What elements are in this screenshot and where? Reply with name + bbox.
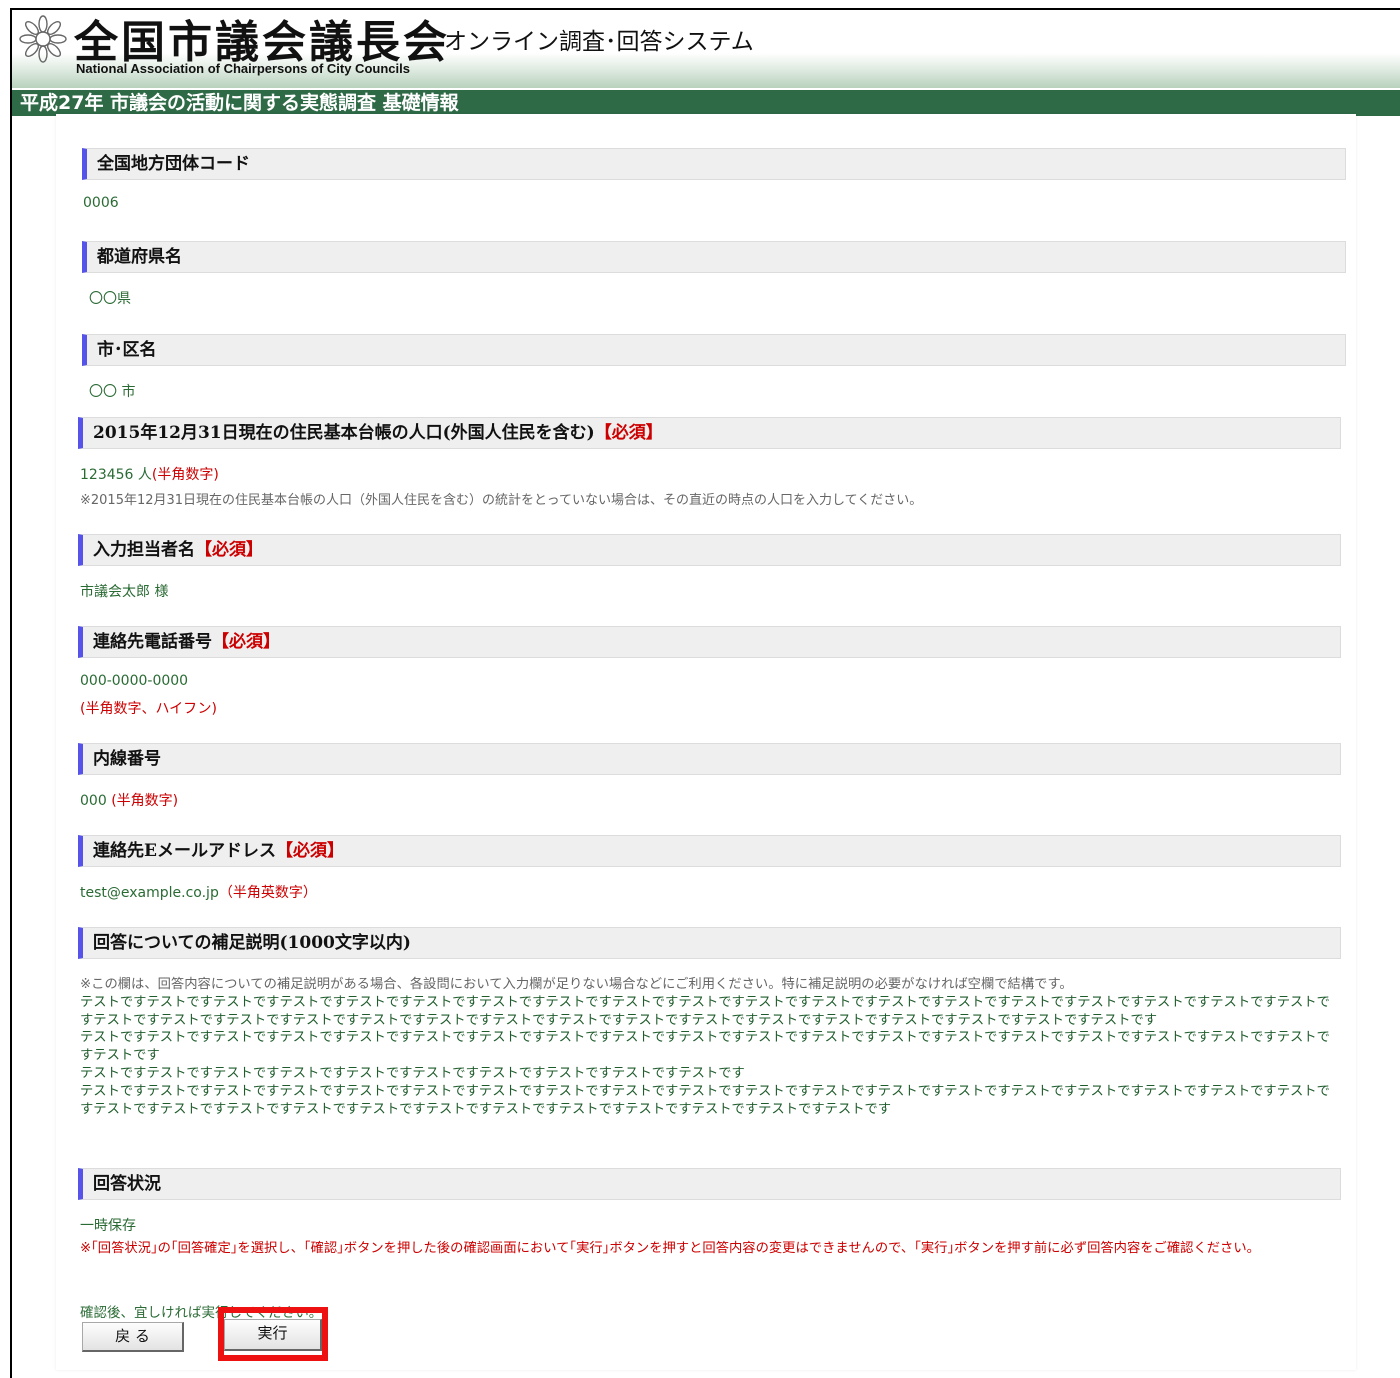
supplement-line: テストですテストですテストですテストですテストですテストですテストですテストです… — [80, 1065, 745, 1081]
chrysanthemum-logo-icon — [19, 15, 67, 63]
section-header-prefecture: 都道府県名 — [82, 241, 1346, 273]
email-value-row: test@example.co.jp（半角英数字） — [80, 882, 317, 902]
supplement-line: テストですテストですテストですテストですテストですテストですテストですテストです… — [80, 1030, 1330, 1064]
section-label: 市･区名 — [97, 340, 157, 360]
required-mark: 【必須】 — [195, 540, 263, 560]
section-label: 2015年12月31日現在の住民基本台帳の人口(外国人住民を含む) — [93, 423, 595, 443]
section-label: 回答についての補足説明(1000文字以内) — [93, 933, 411, 953]
section-label: 連絡先Eメールアドレス — [93, 841, 276, 861]
population-value: 123456 人 — [80, 467, 152, 483]
back-button[interactable]: 戻 る — [82, 1322, 184, 1352]
phone-hint: (半角数字、ハイフン) — [80, 701, 217, 717]
phone-value: 000-0000-0000 — [80, 673, 189, 689]
section-label: 回答状況 — [93, 1174, 161, 1194]
site-header: 全国市議会議長会 オンライン調査･回答システム National Associa… — [12, 10, 1400, 88]
page-title: 平成27年 市議会の活動に関する実態調査 基礎情報 — [12, 90, 1400, 116]
section-header-email: 連絡先Eメールアドレス【必須】 — [78, 835, 1341, 867]
extension-value: 000 — [80, 793, 107, 809]
section-header-phone: 連絡先電話番号【必須】 — [78, 626, 1341, 658]
supplement-note: ※この欄は、回答内容についての補足説明がある場合、各設問において入力欄が足りない… — [80, 977, 1073, 992]
supplement-text: ※この欄は、回答内容についての補足説明がある場合、各設問において入力欄が足りない… — [80, 976, 1330, 1118]
extension-value-row: 000 (半角数字) — [80, 790, 178, 810]
section-header-status: 回答状況 — [78, 1168, 1341, 1200]
supplement-line: テストですテストですテストですテストですテストですテストですテストですテストです… — [80, 994, 1330, 1028]
section-header-code: 全国地方団体コード — [82, 148, 1346, 180]
person-value: 市議会太郎 様 — [80, 584, 169, 600]
code-value: 0006 — [83, 195, 119, 211]
section-label: 都道府県名 — [97, 247, 182, 267]
system-name: オンライン調査･回答システム — [444, 29, 754, 55]
city-value: 〇〇 市 — [89, 384, 136, 400]
required-mark: 【必須】 — [275, 841, 344, 861]
section-header-population: 2015年12月31日現在の住民基本台帳の人口(外国人住民を含む)【必須】 — [78, 417, 1341, 449]
execute-button[interactable]: 実行 — [224, 1319, 322, 1351]
section-header-supplement: 回答についての補足説明(1000文字以内) — [78, 927, 1341, 959]
population-hint: (半角数字) — [151, 467, 219, 483]
section-label: 内線番号 — [93, 749, 161, 769]
section-label: 入力担当者名 — [93, 540, 195, 560]
english-org-name: National Association of Chairpersons of … — [76, 61, 410, 76]
population-note: ※2015年12月31日現在の住民基本台帳の人口（外国人住民を含む）の統計をとっ… — [80, 493, 923, 508]
section-label: 連絡先電話番号 — [93, 632, 212, 652]
required-mark: 【必須】 — [212, 632, 280, 652]
section-header-city: 市･区名 — [82, 334, 1346, 366]
section-header-person: 入力担当者名【必須】 — [78, 534, 1341, 566]
section-header-extension: 内線番号 — [78, 743, 1341, 775]
supplement-line: テストですテストですテストですテストですテストですテストですテストですテストです… — [80, 1083, 1330, 1117]
extension-hint: (半角数字) — [111, 793, 179, 809]
email-value: test@example.co.jp — [80, 885, 219, 901]
required-mark: 【必須】 — [594, 423, 663, 443]
section-label: 全国地方団体コード — [97, 154, 250, 174]
email-hint: （半角英数字） — [218, 885, 317, 901]
status-value: 一時保存 — [80, 1218, 136, 1234]
prefecture-value: 〇〇県 — [89, 291, 131, 307]
population-value-row: 123456 人(半角数字) — [80, 464, 219, 484]
confirm-text: 確認後、宜しければ実行してください。 — [80, 1305, 323, 1321]
status-warning: ※｢回答状況｣の｢回答確定｣を選択し、｢確認｣ボタンを押した後の確認画面において… — [80, 1241, 1260, 1256]
